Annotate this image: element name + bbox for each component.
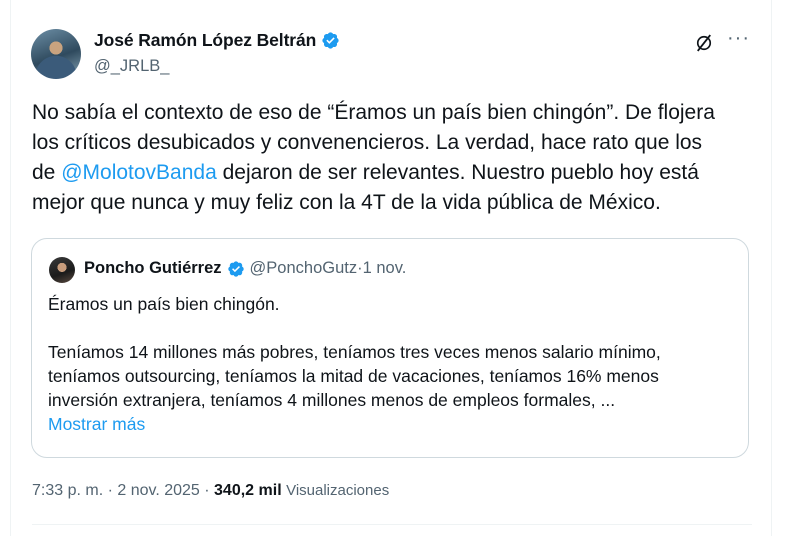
- verified-badge-icon: [227, 260, 244, 277]
- tweet-text: No sabía el contexto de eso de “Éramos u…: [32, 98, 752, 218]
- quote-tweet-card[interactable]: Poncho Gutiérrez @PonchoGutz · 1 nov. Ér…: [31, 238, 749, 458]
- tweet-text-segment: de: [32, 161, 62, 184]
- quote-author-name[interactable]: Poncho Gutiérrez: [84, 259, 222, 278]
- author-name[interactable]: José Ramón López Beltrán: [94, 30, 316, 51]
- show-more-link[interactable]: Mostrar más: [48, 412, 738, 436]
- tweet-text-line: No sabía el contexto de eso de “Éramos u…: [32, 101, 715, 124]
- grok-icon[interactable]: [694, 33, 714, 53]
- meta-separator: ·: [199, 482, 215, 499]
- post-time[interactable]: 7:33 p. m.: [32, 482, 103, 499]
- quote-text: Éramos un país bien chingón. Teníamos 14…: [48, 292, 738, 436]
- tweet-meta: 7:33 p. m. · 2 nov. 2025 · 340,2 mil Vis…: [32, 482, 389, 500]
- quote-author-handle[interactable]: @PonchoGutz: [250, 259, 358, 278]
- tweet-text-line: mejor que nunca y muy feliz con la 4T de…: [32, 191, 661, 214]
- author-avatar[interactable]: [31, 29, 81, 79]
- divider: [32, 524, 752, 525]
- quote-author-avatar[interactable]: [49, 257, 75, 283]
- tweet-text-line: los críticos desubicados y convenenciero…: [32, 131, 703, 154]
- tweet-text-line: de @MolotovBanda dejaron de ser relevant…: [32, 158, 752, 188]
- quote-text-line: Éramos un país bien chingón.: [48, 294, 280, 314]
- quote-text-line: inversión extranjera, teníamos 4 millone…: [48, 390, 616, 410]
- more-icon[interactable]: ···: [727, 28, 750, 48]
- quote-text-line: Teníamos 14 millones más pobres, teníamo…: [48, 342, 661, 362]
- views-label: Visualizaciones: [286, 482, 390, 499]
- quote-date[interactable]: 1 nov.: [363, 259, 407, 278]
- quote-header: Poncho Gutiérrez @PonchoGutz · 1 nov.: [84, 259, 406, 278]
- mention-link[interactable]: @MolotovBanda: [61, 161, 217, 184]
- post-date[interactable]: 2 nov. 2025: [117, 482, 199, 499]
- author-name-row: José Ramón López Beltrán: [94, 30, 340, 51]
- views-count: 340,2 mil: [214, 482, 282, 499]
- quote-text-line: teníamos outsourcing, teníamos la mitad …: [48, 366, 659, 386]
- meta-separator: ·: [103, 482, 118, 499]
- verified-badge-icon: [322, 32, 339, 49]
- tweet-text-segment: dejaron de ser relevantes. Nuestro puebl…: [216, 161, 699, 184]
- author-handle[interactable]: @_JRLB_: [94, 57, 169, 76]
